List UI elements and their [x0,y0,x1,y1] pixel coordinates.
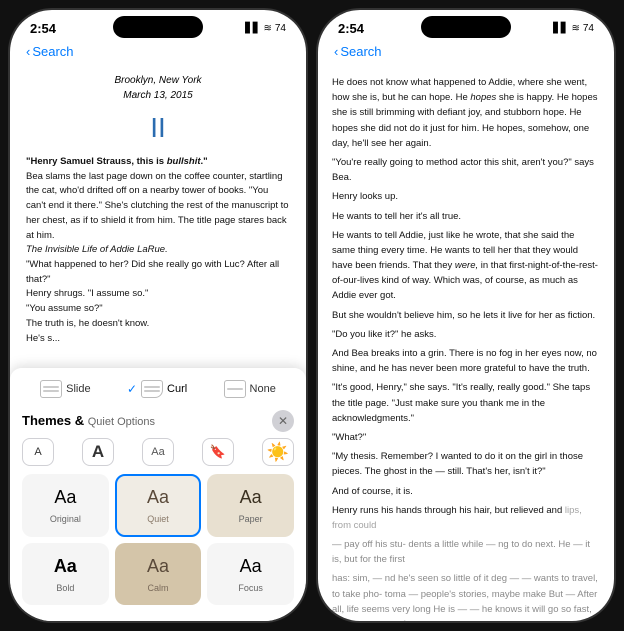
slide-icon [40,380,62,398]
left-nav-bar: ‹ Search [10,42,306,65]
large-font-button[interactable]: A [82,438,114,466]
small-font-button[interactable]: A [22,438,54,466]
left-status-time: 2:54 [30,21,56,36]
r-battery-icon: 74 [583,23,594,34]
scroll-slide[interactable]: Slide [32,376,98,402]
back-label: Search [32,44,73,59]
font-type-button[interactable]: Aa [142,438,174,466]
themes-header: Themes & Quiet Options ✕ [22,410,294,432]
scroll-options-row: Slide ✓ Curl None [22,376,294,402]
back-chevron-icon: ‹ [26,44,30,59]
close-button[interactable]: ✕ [272,410,294,432]
scroll-slide-label: Slide [66,381,90,398]
book-location: Brooklyn, New York March 13, 2015 [26,73,290,103]
themes-label: Themes & Quiet Options [22,411,155,431]
r-signal-icon: ▋▋ [553,23,568,34]
r-wifi-icon: ≋ [571,23,579,34]
theme-calm[interactable]: Aa Calm [115,543,202,606]
theme-focus[interactable]: Aa Focus [207,543,294,606]
signal-icon: ▋▋ [245,23,260,34]
right-nav-bar: ‹ Search [318,42,614,65]
app-container: 2:54 ▋▋ ≋ 74 ‹ Search Brooklyn, New York… [0,0,624,631]
theme-bold[interactable]: Aa Bold [22,543,109,606]
right-status-time: 2:54 [338,21,364,36]
r-back-chevron-icon: ‹ [334,44,338,59]
brightness-button[interactable]: ☀️ [262,438,294,466]
wifi-icon: ≋ [263,23,271,34]
scroll-none-label: None [250,381,276,398]
left-status-bar: 2:54 ▋▋ ≋ 74 [10,10,306,42]
scroll-curl-label: Curl [167,381,187,398]
battery-icon: 74 [275,23,286,34]
scroll-none[interactable]: None [216,376,284,402]
bookmark-icon-btn[interactable]: 🔖 [202,438,234,466]
theme-paper[interactable]: Aa Paper [207,474,294,537]
right-phone: 2:54 ▋▋ ≋ 74 ‹ Search He does not know w… [316,8,616,623]
right-status-icons: ▋▋ ≋ 74 [553,23,594,34]
bottom-panel: Slide ✓ Curl None [10,368,306,621]
right-reading-content[interactable]: He does not know what happened to Addie,… [318,65,614,621]
left-back-button[interactable]: ‹ Search [26,44,74,59]
book-chapter: II [26,107,290,149]
font-controls-row: A A Aa 🔖 ☀️ [22,438,294,466]
r-back-label: Search [340,44,381,59]
right-back-button[interactable]: ‹ Search [334,44,382,59]
right-status-bar: 2:54 ▋▋ ≋ 74 [318,10,614,42]
book-text: "Henry Samuel Strauss, this is bullshit.… [26,155,290,346]
left-status-icons: ▋▋ ≋ 74 [245,23,286,34]
theme-grid: Aa Original Aa Quiet Aa Paper Aa Bold [22,474,294,605]
left-phone: 2:54 ▋▋ ≋ 74 ‹ Search Brooklyn, New York… [8,8,308,623]
left-book-content[interactable]: Brooklyn, New York March 13, 2015 II "He… [10,65,306,621]
check-icon: ✓ [127,380,137,398]
theme-original[interactable]: Aa Original [22,474,109,537]
none-icon [224,380,246,398]
curl-icon [141,380,163,398]
scroll-curl[interactable]: ✓ Curl [119,376,195,402]
theme-quiet[interactable]: Aa Quiet [115,474,202,537]
